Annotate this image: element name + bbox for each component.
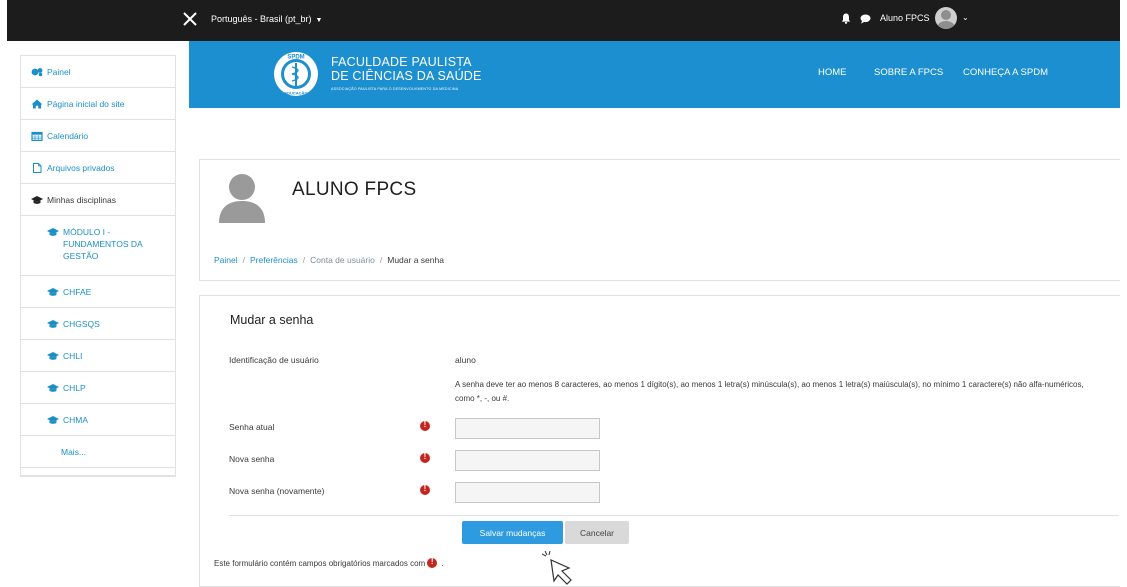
sidebar-nav: Painel Página inicial do site Calendário… bbox=[20, 55, 176, 477]
sidebar-item-more[interactable]: Mais... bbox=[21, 436, 175, 468]
nav-link-conheca[interactable]: CONHEÇA A SPDM bbox=[963, 67, 1048, 78]
required-icon bbox=[420, 484, 430, 495]
sidebar-item-my-courses[interactable]: Minhas disciplinas bbox=[21, 184, 175, 216]
required-icon bbox=[427, 557, 438, 568]
sidebar-item-label: CHGSQS bbox=[63, 318, 100, 329]
change-password-form: Mudar a senha Identificação de usuário a… bbox=[199, 295, 1120, 587]
graduation-cap-icon bbox=[47, 287, 59, 296]
sidebar-item-label: CHMA bbox=[63, 414, 89, 425]
dashboard-icon bbox=[31, 67, 43, 76]
sidebar-item-course-chlp[interactable]: CHLP bbox=[21, 372, 175, 404]
username-value: aluno bbox=[455, 355, 476, 365]
breadcrumb: Painel / Preferências / Conta de usuário / Mud… bbox=[214, 255, 444, 265]
graduation-cap-icon bbox=[47, 415, 59, 424]
bell-icon[interactable] bbox=[841, 13, 851, 24]
divider bbox=[229, 515, 1119, 516]
sidebar-item-course-chgsqs[interactable]: CHGSQS bbox=[21, 308, 175, 340]
user-avatar-icon[interactable] bbox=[935, 7, 957, 29]
new-password-again-label: Nova senha (novamente) bbox=[229, 486, 325, 496]
brand-title-line1: FACULDADE PAULISTA bbox=[331, 55, 472, 69]
spdm-logo-icon[interactable]: SPDM EDUCAÇÃO bbox=[272, 50, 320, 98]
sidebar-item-label: Página inicial do site bbox=[47, 98, 125, 109]
sidebar-item-private-files[interactable]: Arquivos privados bbox=[21, 152, 175, 184]
sidebar-item-label: CHFAE bbox=[63, 286, 92, 297]
user-avatar-icon bbox=[219, 174, 265, 223]
breadcrumb-painel[interactable]: Painel bbox=[214, 255, 238, 265]
breadcrumb-conta: Conta de usuário bbox=[310, 255, 375, 265]
cancel-button[interactable]: Cancelar bbox=[565, 521, 629, 544]
sidebar-item-label: Calendário bbox=[47, 130, 89, 141]
new-password-input[interactable] bbox=[455, 450, 600, 471]
sidebar-item-course-chma[interactable]: CHMA bbox=[21, 404, 175, 436]
sidebar-item-course-modulo-i[interactable]: MÓDULO I - FUNDAMENTOS DA GESTÃO bbox=[21, 216, 175, 276]
sidebar-item-painel[interactable]: Painel bbox=[21, 56, 175, 88]
breadcrumb-separator: / bbox=[302, 255, 306, 265]
caret-down-icon: ▼ bbox=[315, 17, 323, 24]
required-fields-note: Este formulário contém campos obrigatóri… bbox=[214, 557, 444, 568]
page-title: ALUNO FPCS bbox=[292, 179, 417, 200]
graduation-cap-icon bbox=[47, 383, 59, 392]
brand-title-line2: DE CIÊNCIAS DA SAÚDE bbox=[331, 69, 482, 83]
brand-tagline: ASSOCIAÇÃO PAULISTA PARA O DESENVOLVIMEN… bbox=[331, 87, 459, 91]
sidebar-item-label: Arquivos privados bbox=[47, 162, 115, 173]
breadcrumb-separator: / bbox=[242, 255, 246, 265]
sidebar-item-label: CHLP bbox=[63, 382, 86, 393]
user-name[interactable]: Aluno FPCS bbox=[880, 13, 930, 23]
mouse-cursor-icon bbox=[542, 551, 572, 585]
new-password-label: Nova senha bbox=[229, 454, 275, 464]
sidebar-item-home[interactable]: Página inicial do site bbox=[21, 88, 175, 120]
new-password-again-input[interactable] bbox=[455, 482, 600, 503]
logo-top-text: SPDM bbox=[287, 55, 304, 61]
sidebar-footer-spacer bbox=[21, 468, 175, 476]
current-password-input[interactable] bbox=[455, 418, 600, 439]
language-menu[interactable]: Português - Brasil (pt_br) ▼ bbox=[211, 14, 322, 24]
current-password-label: Senha atual bbox=[229, 422, 275, 432]
save-button[interactable]: Salvar mudanças bbox=[462, 521, 563, 544]
sidebar-item-label: MÓDULO I - FUNDAMENTOS DA GESTÃO bbox=[63, 227, 143, 261]
sidebar-item-label: Minhas disciplinas bbox=[47, 194, 116, 205]
sidebar-item-label: CHLI bbox=[63, 350, 83, 361]
graduation-cap-icon bbox=[47, 228, 59, 236]
required-icon bbox=[420, 452, 430, 463]
graduation-cap-icon bbox=[47, 319, 59, 328]
graduation-cap-icon bbox=[47, 351, 59, 360]
sidebar-item-course-chfae[interactable]: CHFAE bbox=[21, 276, 175, 308]
breadcrumb-preferencias[interactable]: Preferências bbox=[250, 255, 298, 265]
logo-bottom-text: EDUCAÇÃO bbox=[284, 91, 307, 96]
sidebar-item-course-chli[interactable]: CHLI bbox=[21, 340, 175, 372]
form-title: Mudar a senha bbox=[230, 313, 314, 327]
sidebar-item-label: Painel bbox=[47, 66, 71, 77]
site-header: SPDM EDUCAÇÃO FACULDADE PAULISTA DE CIÊN… bbox=[189, 41, 1120, 108]
password-rules: A senha deve ter ao menos 8 caracteres, … bbox=[455, 380, 1084, 403]
close-icon[interactable] bbox=[182, 11, 198, 27]
username-label: Identificação de usuário bbox=[229, 355, 319, 365]
chat-icon[interactable] bbox=[860, 14, 871, 24]
required-note-text: Este formulário contém campos obrigatóri… bbox=[214, 559, 426, 568]
sidebar-item-label: Mais... bbox=[61, 446, 87, 457]
nav-link-sobre[interactable]: SOBRE A FPCS bbox=[874, 67, 943, 78]
chevron-down-icon[interactable]: ⌄ bbox=[962, 13, 969, 22]
breadcrumb-current[interactable]: Mudar a senha bbox=[387, 255, 444, 265]
profile-header: ALUNO FPCS Painel / Preferências / Conta de … bbox=[199, 159, 1120, 281]
graduation-cap-icon bbox=[31, 195, 43, 204]
calendar-icon bbox=[31, 131, 43, 141]
breadcrumb-separator: / bbox=[379, 255, 383, 265]
home-icon bbox=[31, 99, 43, 108]
language-label: Português - Brasil (pt_br) bbox=[211, 14, 312, 24]
file-icon bbox=[33, 162, 42, 173]
nav-link-home[interactable]: HOME bbox=[818, 67, 847, 78]
top-navbar: Português - Brasil (pt_br) ▼ Aluno FPCS ⌄ bbox=[7, 0, 1120, 41]
sidebar-item-calendar[interactable]: Calendário bbox=[21, 120, 175, 152]
required-icon bbox=[420, 420, 430, 431]
